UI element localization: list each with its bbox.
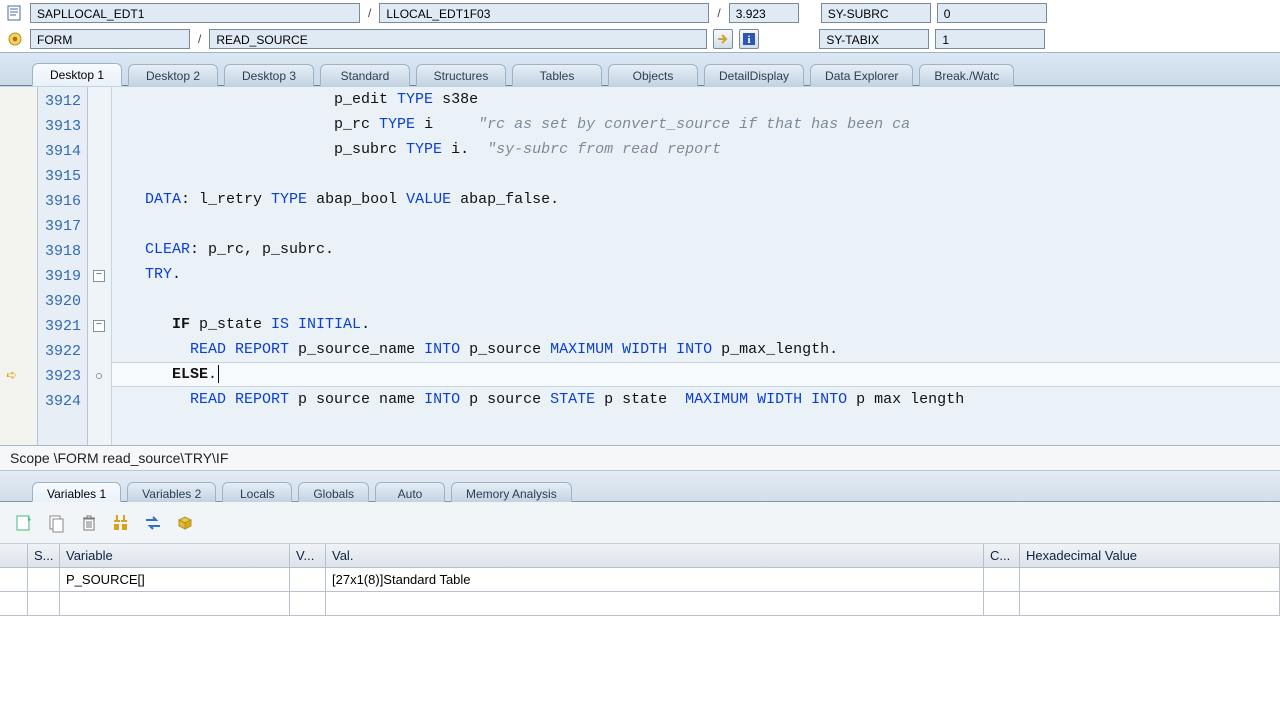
code-line[interactable] [112,212,1280,237]
line-number: 3918 [42,239,81,264]
code-line[interactable] [112,162,1280,187]
info-icon[interactable]: i [739,29,759,49]
line-number: 3913 [42,114,81,139]
tab-data-explorer[interactable]: Data Explorer [810,64,913,86]
scope-path: Scope \FORM read_source\TRY\IF [0,446,1280,470]
line-number: 3920 [42,289,81,314]
cell-hex[interactable] [1020,568,1280,592]
line-number: 3921 [42,314,81,339]
program-name-field: SAPLLOCAL_EDT1 [30,3,360,23]
cell-stack[interactable] [28,568,60,592]
code-line[interactable] [112,287,1280,312]
variables-toolbar [0,502,1280,544]
code-line[interactable]: p_edit TYPE s38e [112,87,1280,112]
variables-table: S... Variable V... Val. C... Hexadecimal… [0,544,1280,616]
insert-row-icon[interactable] [110,512,132,534]
breakpoint-gutter[interactable]: ➪ [0,87,38,445]
code-line[interactable]: TRY. [112,262,1280,287]
line-number: 3919 [42,264,81,289]
tab-objects[interactable]: Objects [608,64,698,86]
line-number: 3922 [42,339,81,364]
cell-value[interactable]: [27x1(8)]Standard Table [326,568,984,592]
sy-tabix-value: 1 [935,29,1045,49]
line-number: 3916 [42,189,81,214]
routine-name-field: READ_SOURCE [209,29,707,49]
new-watch-icon[interactable] [14,512,36,534]
vartab-auto[interactable]: Auto [375,482,445,502]
col-hex-header[interactable]: Hexadecimal Value [1020,544,1280,568]
variables-tabbar: Variables 1 Variables 2 Locals Globals Auto M… [0,470,1280,502]
line-number: 3917 [42,214,81,239]
exchange-icon[interactable] [142,512,164,534]
code-line[interactable]: READ REPORT p_source_name INTO p_source … [112,337,1280,362]
code-line[interactable]: READ REPORT p source name INTO p source … [112,387,1280,412]
include-name-field: LLOCAL_EDT1F03 [379,3,709,23]
col-variable-header[interactable]: Variable [60,544,290,568]
program-info-row-1: SAPLLOCAL_EDT1 / LLOCAL_EDT1F03 / 3.923 … [0,0,1280,26]
fold-node-icon[interactable] [96,373,102,379]
code-line[interactable]: IF p_state IS INITIAL. [112,312,1280,337]
line-number: 3912 [42,89,81,114]
vartab-memory-analysis[interactable]: Memory Analysis [451,482,572,502]
fold-toggle-icon[interactable]: − [93,320,105,332]
col-c-header[interactable]: C... [984,544,1020,568]
tab-desktop-1[interactable]: Desktop 1 [32,63,122,86]
program-icon [6,4,24,22]
program-info-row-2: FORM / READ_SOURCE i SY-TABIX 1 [0,26,1280,52]
cell-variable[interactable]: P_SOURCE[] [60,568,290,592]
vartab-variables-1[interactable]: Variables 1 [32,482,121,502]
object-icon[interactable] [174,512,196,534]
line-number: 3924 [42,389,81,414]
col-v-header[interactable]: V... [290,544,326,568]
navigate-icon[interactable] [713,29,733,49]
row-handle-header [0,544,28,568]
col-val-header[interactable]: Val. [326,544,984,568]
row-handle[interactable] [0,592,28,616]
tab-break-watc[interactable]: Break./Watc [919,64,1014,86]
code-line[interactable]: DATA: l_retry TYPE abap_bool VALUE abap_… [112,187,1280,212]
cell-v[interactable] [290,568,326,592]
vartab-globals[interactable]: Globals [298,482,369,502]
tab-desktop-2[interactable]: Desktop 2 [128,64,218,86]
vartab-locals[interactable]: Locals [222,482,292,502]
line-number: 3914 [42,139,81,164]
tab-structures[interactable]: Structures [416,64,506,86]
tab-detaildisplay[interactable]: DetailDisplay [704,64,804,86]
tab-standard[interactable]: Standard [320,64,410,86]
line-number-gutter: 3912391339143915391639173918391939203921… [38,87,88,445]
sy-tabix-label: SY-TABIX [819,29,929,49]
copy-icon[interactable] [46,512,68,534]
tab-tables[interactable]: Tables [512,64,602,86]
svg-text:i: i [748,34,751,46]
line-number: 3915 [42,164,81,189]
variables-table-header: S... Variable V... Val. C... Hexadecimal… [0,544,1280,568]
fold-gutter[interactable]: −− [88,87,112,445]
module-type-field: FORM [30,29,190,49]
row-handle[interactable] [0,568,28,592]
variables-table-row[interactable] [0,592,1280,616]
code-line[interactable]: p_rc TYPE i "rc as set by convert_source… [112,112,1280,137]
vartab-variables-2[interactable]: Variables 2 [127,482,216,502]
current-line-arrow-icon: ➪ [6,365,17,390]
col-stack-header[interactable]: S... [28,544,60,568]
line-number: 3923 [42,364,81,389]
fold-toggle-icon[interactable]: − [93,270,105,282]
cell-c[interactable] [984,568,1020,592]
code-line[interactable]: ELSE. [112,362,1280,387]
delete-icon[interactable] [78,512,100,534]
code-line[interactable]: p_subrc TYPE i. "sy-subrc from read repo… [112,137,1280,162]
code-area[interactable]: p_edit TYPE s38e p_rc TYPE i "rc as set … [112,87,1280,445]
current-line-field: 3.923 [729,3,799,23]
tab-desktop-3[interactable]: Desktop 3 [224,64,314,86]
text-caret [218,365,219,383]
sy-subrc-value: 0 [937,3,1047,23]
code-line[interactable]: CLEAR: p_rc, p_subrc. [112,237,1280,262]
sy-subrc-label: SY-SUBRC [821,3,931,23]
variables-table-row[interactable]: P_SOURCE[] [27x1(8)]Standard Table [0,568,1280,592]
desktop-tabbar: Desktop 1 Desktop 2 Desktop 3 Standard Struc… [0,52,1280,86]
source-editor: ➪ 39123913391439153916391739183919392039… [0,86,1280,446]
event-icon [6,30,24,48]
